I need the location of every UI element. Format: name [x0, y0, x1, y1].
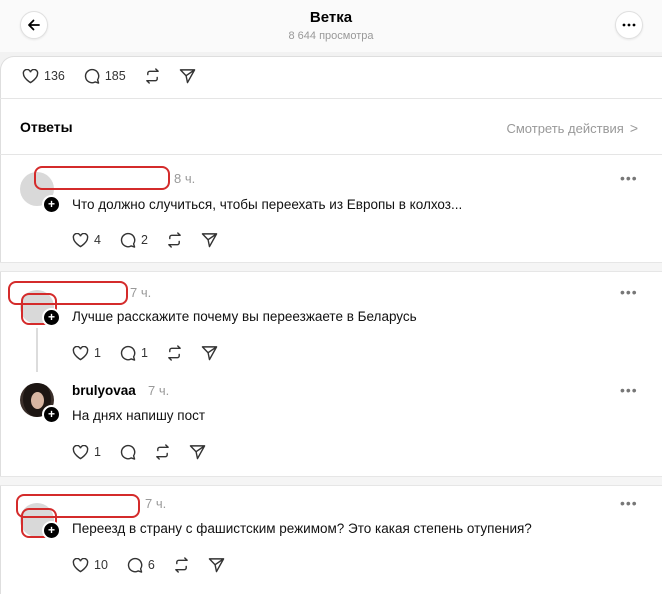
reply-count: 6 — [147, 558, 155, 572]
like-button[interactable]: 136 — [22, 68, 65, 84]
repost-button[interactable] — [144, 68, 161, 84]
send-icon — [208, 558, 225, 573]
repost-button[interactable] — [154, 444, 171, 460]
comment-icon — [120, 444, 136, 460]
reply-button[interactable]: 6 — [126, 557, 155, 573]
comment-actions: 1 — [72, 444, 224, 460]
send-icon — [201, 233, 218, 248]
divider — [0, 154, 662, 155]
username[interactable]: brulyovaa — [72, 383, 136, 398]
thread-separator — [0, 476, 662, 486]
answers-heading: Ответы — [20, 119, 73, 135]
views-count: 8 644 просмотра — [288, 30, 374, 42]
more-button[interactable] — [615, 11, 643, 39]
more-icon[interactable]: ••• — [620, 170, 638, 186]
send-icon — [189, 445, 206, 460]
plus-icon[interactable]: + — [42, 521, 61, 540]
plus-icon[interactable]: + — [42, 195, 61, 214]
heart-icon — [22, 68, 39, 83]
send-icon — [179, 69, 195, 84]
repost-icon — [156, 444, 169, 460]
like-count: 1 — [94, 346, 101, 360]
repost-icon — [168, 232, 181, 248]
reply-button[interactable] — [119, 444, 136, 460]
like-button[interactable]: 1 — [72, 444, 101, 460]
top-bar: Ветка 8 644 просмотра — [0, 0, 662, 52]
view-actions-label: Смотреть действия — [506, 120, 624, 136]
like-count: 4 — [94, 233, 101, 247]
comment-icon — [120, 345, 136, 361]
comment-icon — [120, 232, 136, 248]
comment-icon — [84, 68, 100, 84]
share-button[interactable] — [179, 68, 196, 84]
like-count: 1 — [94, 445, 101, 459]
comment-time: 7 ч. — [130, 285, 152, 300]
repost-icon — [168, 345, 181, 361]
post-actions: 136 185 — [22, 68, 214, 84]
view-actions-link[interactable]: Смотреть действия > — [506, 120, 638, 136]
repost-button[interactable] — [166, 232, 183, 248]
comment-time: 7 ч. — [148, 383, 170, 398]
heart-icon — [72, 232, 89, 247]
comment-actions: 10 6 — [72, 557, 243, 573]
comment-actions: 4 2 — [72, 232, 236, 248]
share-button[interactable] — [208, 557, 225, 573]
repost-button[interactable] — [166, 345, 183, 361]
chevron-right-icon: > — [629, 120, 638, 136]
like-button[interactable]: 4 — [72, 232, 101, 248]
comment-text: Лучше расскажите почему вы переезжаете в… — [72, 309, 417, 324]
divider — [0, 98, 662, 99]
more-icon[interactable]: ••• — [620, 495, 638, 511]
reply-button[interactable]: 2 — [119, 232, 148, 248]
comment-text: На днях напишу пост — [72, 408, 206, 423]
comment-actions: 1 1 — [72, 345, 236, 361]
repost-icon — [145, 68, 159, 84]
like-button[interactable]: 1 — [72, 345, 101, 361]
share-button[interactable] — [201, 345, 218, 361]
more-icon[interactable]: ••• — [620, 382, 638, 398]
heart-icon — [72, 444, 89, 459]
send-icon — [201, 346, 218, 361]
more-icon — [622, 23, 636, 27]
reply-count: 1 — [140, 346, 148, 360]
share-button[interactable] — [189, 444, 206, 460]
repost-icon — [175, 557, 188, 573]
page-title: Ветка — [309, 9, 353, 26]
plus-icon[interactable]: + — [42, 308, 61, 327]
plus-icon[interactable]: + — [42, 405, 61, 424]
comment-text: Переезд в страну с фашистским режимом? Э… — [72, 521, 532, 536]
redacted-username — [34, 166, 170, 190]
thread-line — [36, 328, 38, 372]
heart-icon — [72, 345, 89, 360]
comment-time: 8 ч. — [174, 171, 196, 186]
reply-count: 2 — [140, 233, 148, 247]
like-count: 10 — [94, 558, 108, 572]
like-button[interactable]: 10 — [72, 557, 108, 573]
share-button[interactable] — [201, 232, 218, 248]
reply-button[interactable]: 1 — [119, 345, 148, 361]
thread-separator — [0, 262, 662, 272]
like-count: 136 — [44, 69, 65, 83]
more-icon[interactable]: ••• — [620, 284, 638, 300]
reply-count: 185 — [104, 69, 126, 83]
reply-button[interactable]: 185 — [83, 68, 126, 84]
repost-button[interactable] — [173, 557, 190, 573]
comment-time: 7 ч. — [145, 496, 167, 511]
comment-icon — [127, 557, 143, 573]
avatar-face — [31, 392, 44, 409]
heart-icon — [72, 557, 89, 572]
comment-text: Что должно случиться, чтобы переехать из… — [72, 197, 463, 212]
